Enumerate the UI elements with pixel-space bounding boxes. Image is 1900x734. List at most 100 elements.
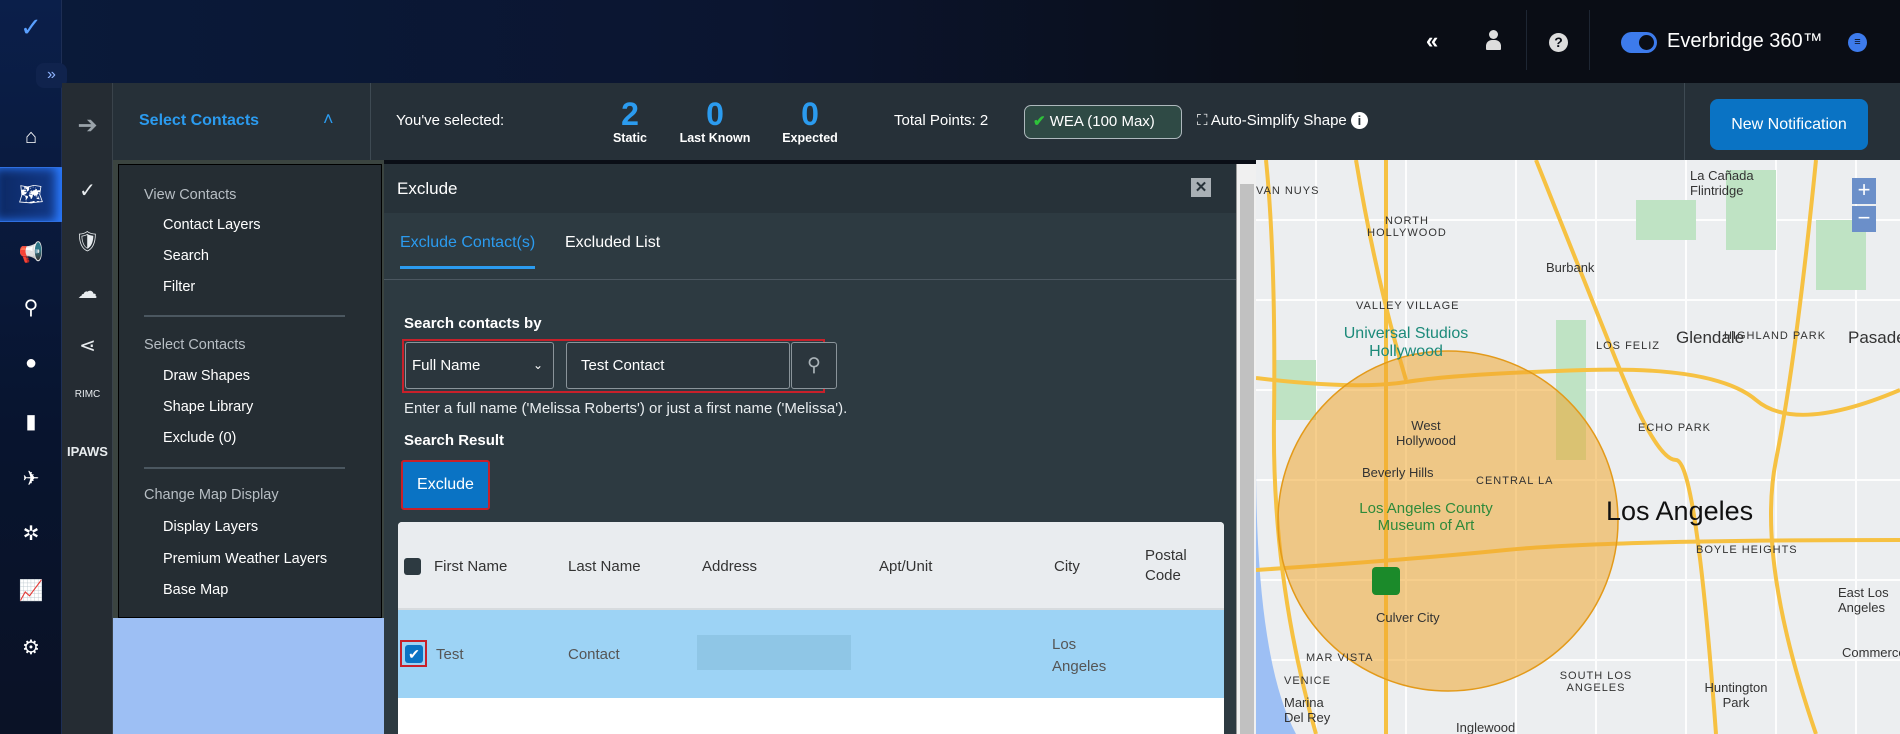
search-button[interactable]: ⚲ — [791, 342, 837, 389]
tab-exclude-contacts[interactable]: Exclude Contact(s) — [400, 234, 536, 269]
col-first-name[interactable]: First Name — [434, 558, 507, 575]
map-label: SOUTH LOS ANGELES — [1559, 670, 1633, 694]
shape-icon: ⛶ — [1197, 112, 1208, 129]
view-contacts-heading: View Contacts — [144, 187, 237, 203]
map-label: Burbank — [1546, 260, 1595, 275]
exclude-button[interactable]: Exclude — [401, 460, 490, 510]
total-points: Total Points: 2 — [894, 112, 989, 129]
logo-icon[interactable]: ✓ — [0, 12, 62, 43]
col-last-name[interactable]: Last Name — [568, 558, 641, 575]
location-pin-icon[interactable]: ● — [0, 352, 62, 375]
map-label: Pasadena — [1848, 328, 1900, 347]
zoom-in-button[interactable]: + — [1852, 178, 1876, 204]
zoom-out-button[interactable]: − — [1852, 206, 1876, 232]
map-label: La Cañada Flintridge — [1690, 168, 1754, 198]
top-bar: « ? Everbridge 360™ ≡ — [0, 0, 1900, 83]
count-static: 2 Static — [612, 96, 648, 145]
col-address[interactable]: Address — [702, 558, 757, 575]
map-ocean — [113, 618, 384, 734]
info-icon: i — [1350, 112, 1368, 129]
megaphone-icon[interactable]: 📢 — [0, 240, 62, 265]
selection-toolbar: Select Contacts ˄ You've selected: 2 Stat… — [113, 83, 1900, 160]
check-icon: ✔ — [1033, 113, 1046, 130]
wea-badge[interactable]: ✔ WEA (100 Max) — [1024, 105, 1182, 139]
cell-city: Los Angeles — [1052, 636, 1107, 675]
select-contacts-heading: Select Contacts — [144, 337, 246, 353]
menu-filter[interactable]: Filter — [163, 279, 195, 295]
auto-simplify-toggle[interactable]: ⛶ Auto-Simplify Shape i — [1197, 112, 1368, 129]
menu-display-layers[interactable]: Display Layers — [163, 519, 258, 535]
map-graphics — [1256, 160, 1900, 734]
chevron-up-icon[interactable]: ˄ — [323, 109, 334, 130]
map-label: BOYLE HEIGHTS — [1696, 544, 1798, 556]
search-icon: ⚲ — [807, 355, 821, 376]
shield-icon[interactable]: 🛡 — [62, 229, 113, 254]
cell-address-redacted — [697, 635, 851, 670]
menu-premium-weather[interactable]: Premium Weather Layers — [163, 551, 327, 567]
map-label: ECHO PARK — [1638, 422, 1711, 434]
collapse-double-chevron-icon[interactable]: « — [1426, 28, 1438, 54]
map-label: MAR VISTA — [1306, 652, 1374, 664]
everbridge-icon[interactable]: ✓ — [62, 178, 113, 203]
user-icon[interactable] — [1485, 30, 1501, 52]
weather-icon[interactable]: ☁ — [62, 279, 113, 304]
tab-excluded-list[interactable]: Excluded List — [565, 234, 660, 252]
settings-icon[interactable]: ⚙ — [0, 635, 62, 660]
menu-search[interactable]: Search — [163, 248, 209, 264]
map-label: Universal Studios Hollywood — [1343, 325, 1469, 360]
share-icon[interactable]: ⋖ — [62, 333, 113, 358]
search-input[interactable]: Test Contact — [566, 342, 790, 389]
col-postal-code[interactable]: Postal Code — [1145, 546, 1205, 586]
ipaws-icon[interactable]: IPAWS — [62, 444, 113, 459]
map-label: VAN NUYS — [1256, 185, 1320, 197]
map-label: East Los Angeles — [1838, 585, 1889, 615]
close-icon[interactable]: ✕ — [1191, 178, 1211, 197]
toggle-icon[interactable] — [1621, 32, 1657, 53]
map-label: Los Angeles — [1606, 496, 1754, 526]
row-checkbox[interactable]: ✔ — [400, 640, 427, 667]
count-last-known: 0 Last Known — [679, 96, 751, 145]
airplane-icon[interactable]: ✈ — [0, 466, 62, 491]
results-table: First Name Last Name Address Apt/Unit Ci… — [398, 522, 1224, 734]
map-label: Inglewood — [1456, 720, 1516, 734]
map-label: CENTRAL LA — [1476, 475, 1554, 487]
menu-base-map[interactable]: Base Map — [163, 582, 228, 598]
incident-icon[interactable]: ⚲ — [0, 295, 62, 320]
analytics-icon[interactable]: 📈 — [0, 578, 62, 603]
report-icon[interactable]: ▮ — [0, 409, 62, 434]
building-marker — [1372, 567, 1400, 595]
search-result-label: Search Result — [404, 432, 505, 449]
map-label: Commerce — [1842, 645, 1900, 660]
brand-name: Everbridge 360™ — [1667, 30, 1823, 52]
count-expected: 0 Expected — [782, 96, 838, 145]
home-icon[interactable]: ⌂ — [0, 126, 62, 149]
table-row[interactable]: ✔ Test Contact Los Angeles — [398, 610, 1224, 698]
rimc-icon[interactable]: RIMC — [62, 389, 113, 400]
map-label: NORTH HOLLYWOOD — [1367, 215, 1447, 239]
map[interactable]: VAN NUYS NORTH HOLLYWOOD Burbank La Caña… — [1256, 160, 1900, 734]
map-label: LOS FELIZ — [1596, 340, 1661, 352]
col-apt-unit[interactable]: Apt/Unit — [879, 558, 932, 575]
arrow-circle-icon[interactable]: ➔ — [62, 111, 113, 140]
map-label: Marina Del Rey — [1284, 695, 1331, 725]
menu-shape-library[interactable]: Shape Library — [163, 399, 253, 415]
dialog-title: Exclude — [397, 179, 458, 198]
col-city[interactable]: City — [1054, 558, 1080, 575]
dialog-scrollbar[interactable] — [1236, 164, 1256, 734]
map-icon[interactable]: 🗺 — [0, 182, 62, 207]
map-label: HIGHLAND PARK — [1724, 330, 1827, 342]
chat-icon[interactable]: ≡ — [1848, 33, 1867, 52]
menu-exclude[interactable]: Exclude (0) — [163, 430, 236, 446]
youve-selected-label: You've selected: — [396, 112, 505, 129]
network-icon[interactable]: ✲ — [0, 521, 62, 546]
exclude-dialog: Exclude ✕ Exclude Contact(s) Excluded Li… — [384, 164, 1236, 734]
cell-first-name: Test — [436, 646, 464, 663]
help-icon[interactable]: ? — [1549, 33, 1568, 52]
menu-contact-layers[interactable]: Contact Layers — [163, 217, 261, 233]
new-notification-button[interactable]: New Notification — [1710, 99, 1868, 150]
search-by-select[interactable]: Full Name ⌄ — [405, 342, 554, 389]
scroll-thumb[interactable] — [1240, 184, 1254, 734]
select-contacts-toggle[interactable]: Select Contacts — [139, 112, 259, 130]
select-all-checkbox[interactable] — [404, 558, 421, 575]
menu-draw-shapes[interactable]: Draw Shapes — [163, 368, 250, 384]
